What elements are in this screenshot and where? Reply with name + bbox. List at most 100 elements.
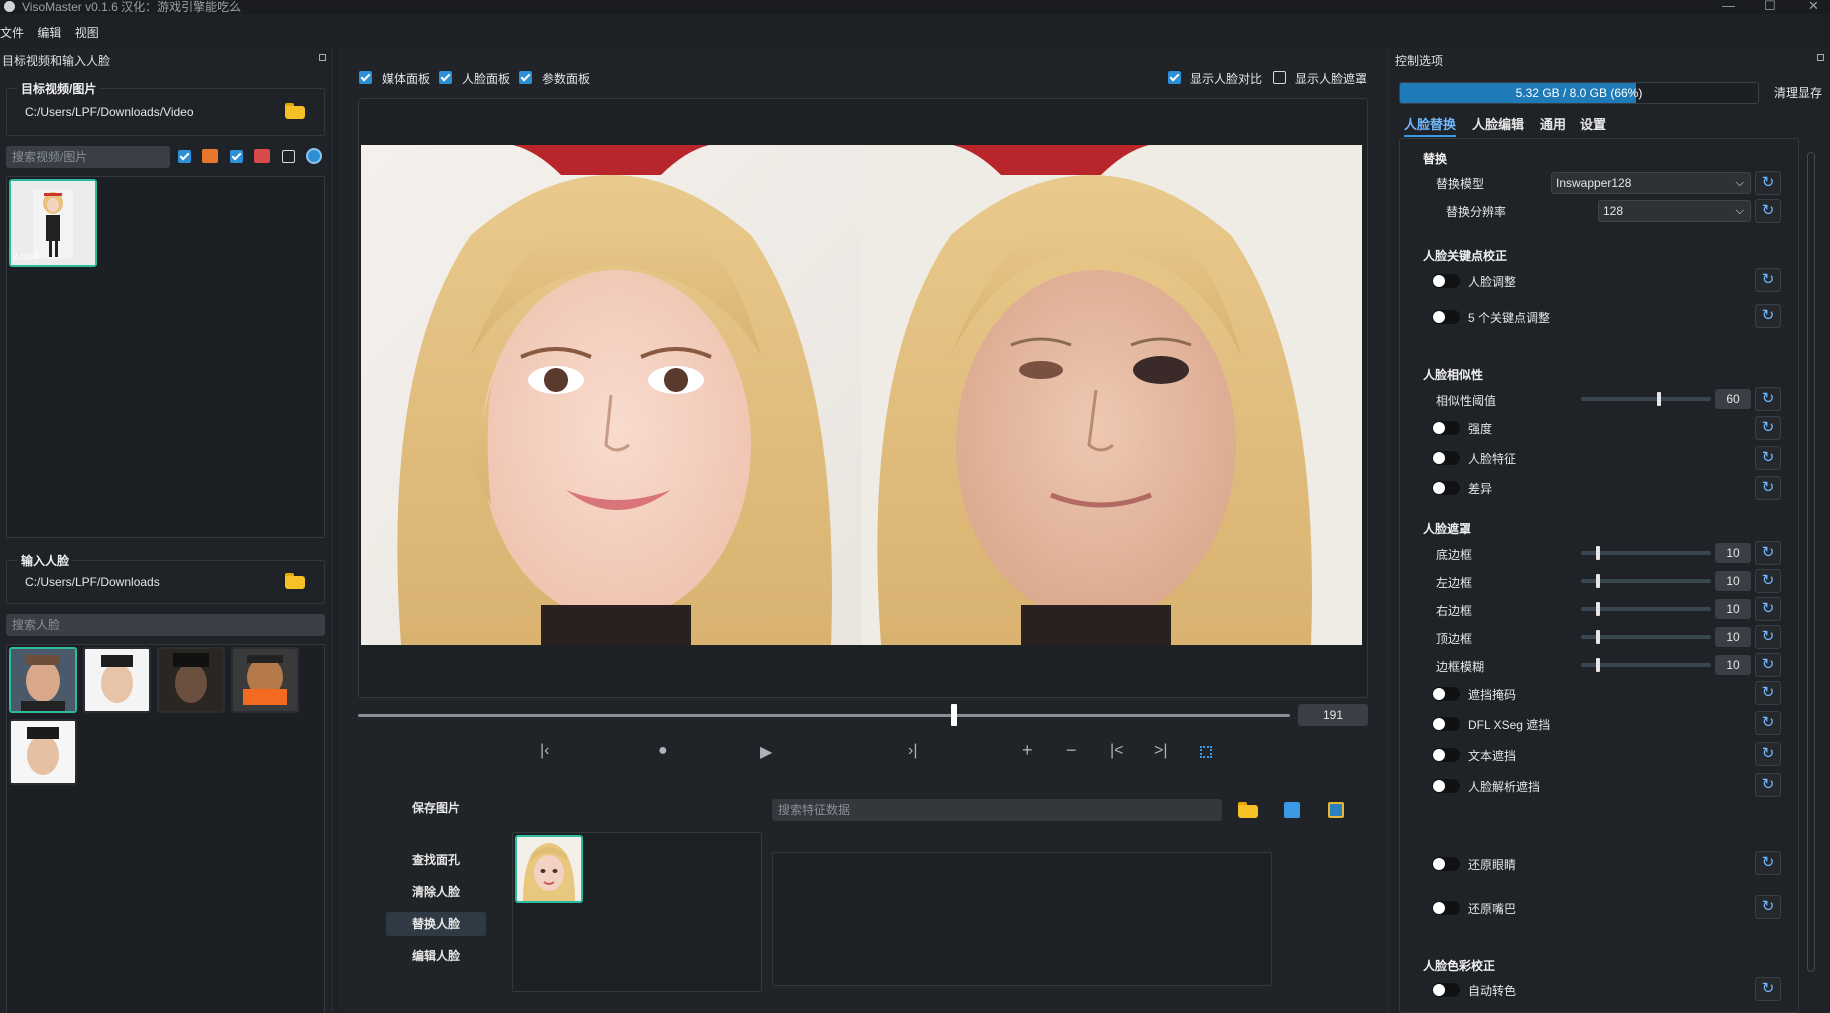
occlusion-mask-toggle[interactable]: [1432, 687, 1460, 701]
dock-float-icon[interactable]: [319, 54, 326, 61]
media-panel-checkbox[interactable]: [359, 71, 372, 84]
border-top-value[interactable]: 10: [1715, 627, 1751, 647]
swap-faces-button[interactable]: 替换人脸: [386, 912, 486, 936]
reset-icon[interactable]: ↻: [1755, 416, 1781, 440]
face-thumbnail[interactable]: [83, 647, 151, 713]
prev-marker-icon[interactable]: |‹: [540, 742, 549, 760]
border-right-slider-track[interactable]: [1581, 607, 1711, 611]
reset-icon[interactable]: ↻: [1755, 476, 1781, 500]
border-blur-slider-track[interactable]: [1581, 663, 1711, 667]
edit-faces-button[interactable]: 编辑人脸: [386, 944, 486, 968]
minimize-button[interactable]: —: [1722, 0, 1735, 13]
border-bottom-slider-track[interactable]: [1581, 551, 1711, 555]
maximize-button[interactable]: ☐: [1764, 0, 1776, 14]
border-bottom-value[interactable]: 10: [1715, 543, 1751, 563]
target-search-input[interactable]: 搜索视频/图片: [6, 146, 170, 168]
menu-file[interactable]: 文件: [0, 26, 24, 40]
border-blur-slider-handle[interactable]: [1596, 658, 1600, 672]
face-adjust-toggle[interactable]: [1432, 274, 1460, 288]
reset-icon[interactable]: ↻: [1755, 625, 1781, 649]
face-thumbnail[interactable]: [231, 647, 299, 713]
face-panel-checkbox[interactable]: [439, 71, 452, 84]
border-left-slider-track[interactable]: [1581, 579, 1711, 583]
dock-float-icon[interactable]: [1817, 54, 1824, 61]
filter-webcam-checkbox[interactable]: [282, 150, 295, 163]
restore-eyes-toggle[interactable]: [1432, 857, 1460, 871]
save-icon[interactable]: [1284, 802, 1300, 818]
swap-model-dropdown[interactable]: Inswapper128 ⌵: [1551, 172, 1751, 194]
border-top-slider-handle[interactable]: [1596, 630, 1600, 644]
auto-color-toggle[interactable]: [1432, 983, 1460, 997]
frame-number[interactable]: 191: [1298, 704, 1368, 726]
tab-common[interactable]: 通用: [1540, 114, 1566, 133]
reset-icon[interactable]: ↻: [1755, 711, 1781, 735]
last-frame-icon[interactable]: >|: [1154, 742, 1168, 760]
folder-icon[interactable]: [1238, 802, 1258, 818]
reset-icon[interactable]: ↻: [1755, 199, 1781, 223]
target-media-thumbnail[interactable]: 2.mp4: [9, 179, 97, 267]
face-parse-mask-toggle[interactable]: [1432, 779, 1460, 793]
reset-icon[interactable]: ↻: [1755, 895, 1781, 919]
timeline-handle[interactable]: [951, 704, 958, 726]
show-mask-checkbox[interactable]: [1273, 71, 1286, 84]
detected-face-thumbnail[interactable]: [515, 835, 583, 903]
tab-face-swap[interactable]: 人脸替换: [1404, 114, 1457, 137]
reset-icon[interactable]: ↻: [1755, 773, 1781, 797]
timeline-track[interactable]: [358, 714, 1290, 717]
first-frame-icon[interactable]: |<: [1110, 742, 1124, 760]
restore-mouth-toggle[interactable]: [1432, 901, 1460, 915]
folder-icon[interactable]: [285, 103, 305, 119]
remove-marker-icon[interactable]: −: [1066, 740, 1077, 761]
show-compare-checkbox[interactable]: [1168, 71, 1181, 84]
menu-edit[interactable]: 编辑: [37, 26, 61, 40]
reset-icon[interactable]: ↻: [1755, 446, 1781, 470]
find-faces-button[interactable]: 查找面孔: [386, 848, 486, 872]
face-feature-toggle[interactable]: [1432, 451, 1460, 465]
border-bottom-slider-handle[interactable]: [1596, 546, 1600, 560]
reset-icon[interactable]: ↻: [1755, 171, 1781, 195]
reset-icon[interactable]: ↻: [1755, 653, 1781, 677]
face-thumbnail[interactable]: [9, 647, 77, 713]
tab-settings[interactable]: 设置: [1580, 114, 1606, 133]
menu-view[interactable]: 视图: [75, 26, 99, 40]
reset-icon[interactable]: ↻: [1755, 387, 1781, 411]
border-left-value[interactable]: 10: [1715, 571, 1751, 591]
clear-vram-button[interactable]: 清理显存: [1774, 84, 1822, 101]
similarity-value[interactable]: 60: [1715, 389, 1751, 409]
play-icon[interactable]: ▶: [760, 742, 772, 762]
clear-faces-button[interactable]: 清除人脸: [386, 880, 486, 904]
filter-image-checkbox[interactable]: [230, 150, 243, 163]
similarity-slider-handle[interactable]: [1657, 392, 1661, 406]
border-top-slider-track[interactable]: [1581, 635, 1711, 639]
add-marker-icon[interactable]: +: [1022, 740, 1033, 761]
five-kps-toggle[interactable]: [1432, 310, 1460, 324]
folder-icon[interactable]: [285, 573, 305, 589]
face-thumbnail[interactable]: [157, 647, 225, 713]
save-image-button[interactable]: 保存图片: [386, 796, 486, 820]
filter-video-checkbox[interactable]: [178, 150, 191, 163]
reset-icon[interactable]: ↻: [1755, 541, 1781, 565]
swap-res-dropdown[interactable]: 128 ⌵: [1598, 200, 1751, 222]
reset-icon[interactable]: ↻: [1755, 851, 1781, 875]
reset-icon[interactable]: ↻: [1755, 977, 1781, 1001]
reset-icon[interactable]: ↻: [1755, 742, 1781, 766]
record-icon[interactable]: ●: [658, 742, 668, 760]
border-left-slider-handle[interactable]: [1596, 574, 1600, 588]
tab-face-edit[interactable]: 人脸编辑: [1472, 114, 1524, 133]
param-panel-checkbox[interactable]: [519, 71, 532, 84]
close-button[interactable]: ✕: [1808, 0, 1819, 14]
border-right-slider-handle[interactable]: [1596, 602, 1600, 616]
dfl-xseg-toggle[interactable]: [1432, 717, 1460, 731]
strength-toggle[interactable]: [1432, 421, 1460, 435]
similarity-slider-track[interactable]: [1581, 397, 1711, 401]
difference-toggle[interactable]: [1432, 481, 1460, 495]
reset-icon[interactable]: ↻: [1755, 268, 1781, 292]
settings-scrollbar[interactable]: [1807, 152, 1815, 972]
feature-search-input[interactable]: 搜索特征数据: [772, 799, 1222, 821]
fit-view-icon[interactable]: [1200, 746, 1212, 758]
reset-icon[interactable]: ↻: [1755, 681, 1781, 705]
next-marker-icon[interactable]: ›|: [908, 742, 917, 760]
save-as-icon[interactable]: [1328, 802, 1344, 818]
reset-icon[interactable]: ↻: [1755, 569, 1781, 593]
reset-icon[interactable]: ↻: [1755, 597, 1781, 621]
